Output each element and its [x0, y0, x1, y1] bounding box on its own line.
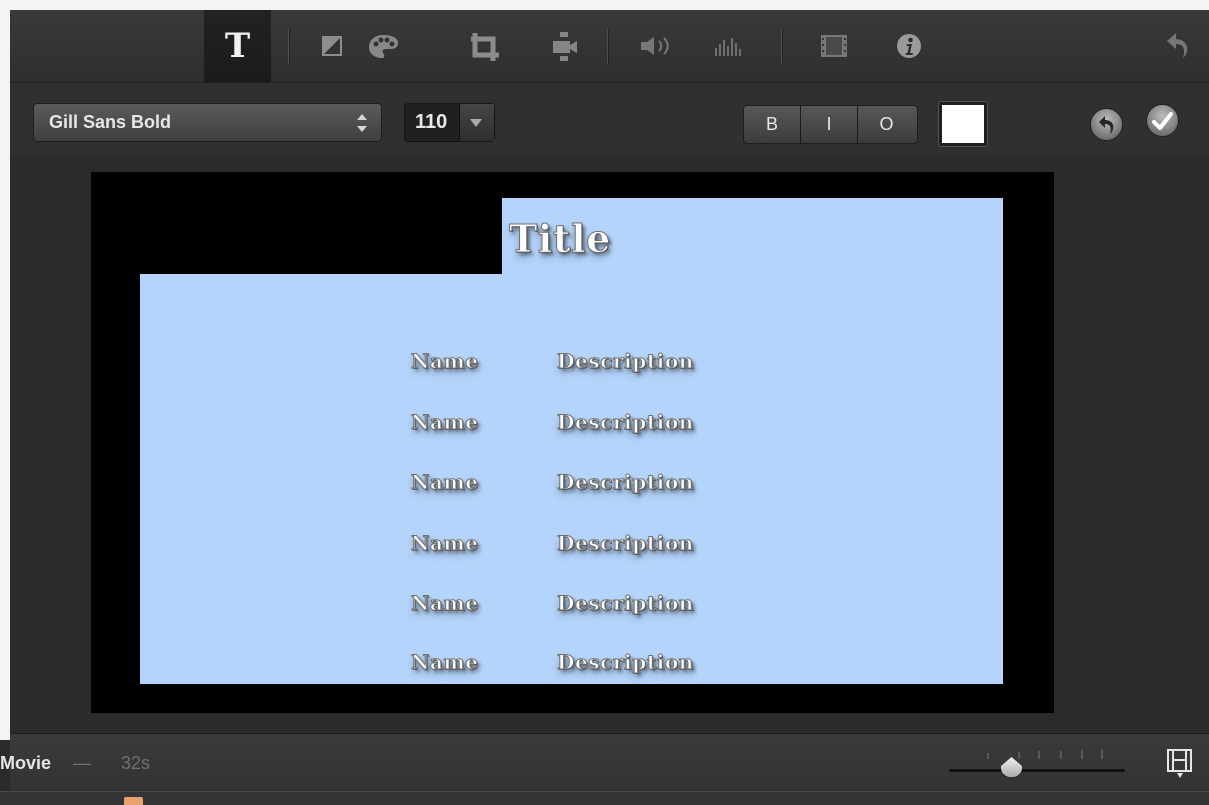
palette-icon — [368, 34, 398, 58]
zoom-slider-ticks — [987, 749, 1103, 759]
equalizer-button[interactable] — [710, 10, 745, 82]
preview-name-text[interactable]: Name — [411, 593, 479, 614]
preview-description-text[interactable]: Description — [557, 652, 694, 673]
title-t-icon: T — [224, 26, 251, 66]
preview-description-text[interactable]: Description — [557, 351, 694, 372]
zoom-slider-track[interactable] — [949, 769, 1125, 772]
audio-bars-icon — [714, 38, 741, 56]
preview-description-text[interactable]: Description — [557, 593, 694, 614]
title-tool-button[interactable]: T — [204, 10, 271, 82]
crop-icon — [471, 32, 499, 61]
toolbar-separator — [607, 29, 609, 64]
preview-description-text[interactable]: Description — [557, 472, 694, 493]
stabilization-button[interactable] — [548, 10, 580, 82]
playhead-marker[interactable] — [124, 797, 143, 805]
film-strip-settings-icon[interactable] — [1165, 747, 1196, 780]
font-size-value: 110 — [415, 111, 448, 133]
undo-icon — [1166, 33, 1187, 58]
font-family-value: Gill Sans Bold — [49, 112, 172, 132]
adjustment-toolbar: T — [10, 10, 1209, 83]
preview-name-text[interactable]: Name — [411, 472, 479, 493]
font-size-select[interactable]: 110 — [404, 103, 495, 142]
project-name: Movie — [0, 753, 52, 773]
window-left-edge — [0, 0, 10, 740]
timeline-header — [10, 733, 1209, 792]
preview-name-text[interactable]: Name — [411, 652, 479, 673]
preview-description-text[interactable]: Description — [557, 412, 694, 433]
outline-button[interactable]: O — [858, 106, 915, 143]
apply-button[interactable] — [1146, 104, 1179, 137]
text-color-well[interactable] — [939, 102, 987, 146]
bold-button[interactable]: B — [744, 106, 801, 143]
window-top-edge — [0, 0, 1209, 10]
reset-button[interactable] — [1090, 108, 1123, 141]
font-family-select[interactable]: Gill Sans Bold — [33, 103, 382, 142]
clip-info-button[interactable] — [892, 10, 926, 82]
checkmark-icon — [1152, 111, 1173, 130]
volume-button[interactable] — [635, 10, 675, 82]
speed-button[interactable] — [817, 10, 851, 82]
preview-description-text[interactable]: Description — [557, 533, 694, 554]
timeline-strip[interactable] — [0, 791, 1209, 805]
preview-title-text[interactable]: Title — [509, 219, 611, 258]
undo-button[interactable] — [1160, 10, 1194, 82]
film-strip-icon — [821, 35, 847, 57]
reset-icon — [1099, 115, 1114, 134]
color-balance-icon — [322, 36, 342, 56]
speaker-icon — [640, 37, 669, 55]
info-icon — [897, 34, 921, 58]
color-correction-button[interactable] — [362, 10, 404, 82]
stepper-arrows-icon — [357, 114, 367, 132]
color-balance-button[interactable] — [315, 10, 349, 82]
project-duration: 32s — [121, 753, 151, 773]
text-style-segmented-control: B I O — [743, 105, 918, 144]
preview-name-text[interactable]: Name — [411, 533, 479, 554]
preview-name-text[interactable]: Name — [411, 412, 479, 433]
title-background-overlay — [140, 198, 502, 274]
camera-icon — [553, 31, 577, 61]
toolbar-separator — [781, 29, 783, 64]
preview-name-text[interactable]: Name — [411, 351, 479, 372]
imovie-title-editor: T Gill Sans Bold 110 B I O Title Name De… — [0, 0, 1209, 805]
toolbar-separator — [288, 29, 290, 64]
crop-button[interactable] — [465, 10, 505, 82]
chevron-down-icon[interactable] — [459, 104, 494, 141]
duration-separator: — — [73, 753, 91, 773]
italic-button[interactable]: I — [801, 106, 858, 143]
